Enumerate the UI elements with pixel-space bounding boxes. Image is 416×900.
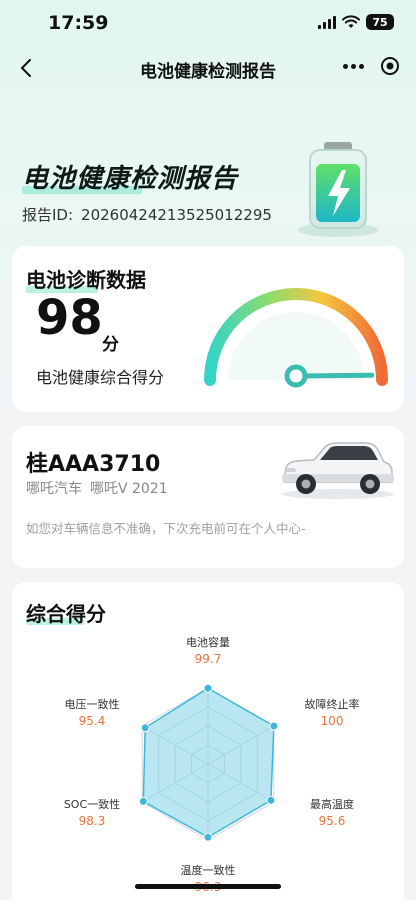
health-score: 98 xyxy=(36,290,103,346)
report-id-value: 20260424213525012295 xyxy=(81,206,272,224)
wifi-icon xyxy=(342,15,360,28)
radar-value-label: 100 xyxy=(321,714,344,728)
radar-axis-label: 电压一致性 xyxy=(65,697,120,711)
report-id-label: 报告ID: xyxy=(22,206,74,224)
radar-value-label: 95.4 xyxy=(79,714,106,728)
health-score-label: 电池健康综合得分 xyxy=(36,368,165,387)
vehicle-model: 哪吒汽车 哪吒V 2021 xyxy=(26,478,168,498)
status-bar: 17:59 75 xyxy=(0,0,416,44)
more-icon[interactable] xyxy=(343,63,364,69)
vehicle-brand: 哪吒汽车 xyxy=(26,481,82,497)
status-icons: 75 xyxy=(318,14,394,30)
vehicle-info-notice: 如您对车辆信息不准确，下次充电前可在个人中心- xyxy=(26,521,306,536)
report-id: 报告ID: 20260424213525012295 xyxy=(22,204,272,225)
radar-point xyxy=(138,796,148,806)
radar-series-area xyxy=(142,687,275,839)
car-image xyxy=(282,442,394,499)
nav-bar: 电池健康检测报告 xyxy=(0,46,416,90)
composite-score-card: 综合得分 电池容量99.7故障终止率100最高温度95.6温度一致性96.3SO… xyxy=(12,582,404,900)
health-score-unit: 分 xyxy=(102,335,119,355)
radar-point xyxy=(269,721,279,731)
radar-axis-label: 最高温度 xyxy=(310,797,354,811)
radar-chart: 电池容量99.7故障终止率100最高温度95.6温度一致性96.3SOC一致性9… xyxy=(64,635,360,894)
vehicle-card[interactable]: 桂AAA3710 哪吒汽车 哪吒V 2021 如您对车辆信息不准确，下次充电前可在… xyxy=(12,426,404,568)
cellular-signal-icon xyxy=(318,15,336,29)
radar-point xyxy=(266,795,276,805)
license-plate: 桂AAA3710 xyxy=(26,452,161,477)
home-indicator xyxy=(135,884,281,889)
battery-icon: 75 xyxy=(366,14,394,30)
close-target-icon[interactable] xyxy=(380,56,400,76)
gauge-hub xyxy=(284,364,308,388)
radar-point xyxy=(140,723,150,733)
status-time: 17:59 xyxy=(48,12,109,34)
hero-title: 电池健康检测报告 xyxy=(22,164,239,194)
capsule-menu xyxy=(343,56,400,76)
diagnosis-title: 电池诊断数据 xyxy=(26,268,146,292)
vehicle-model-name: 哪吒V 2021 xyxy=(90,481,168,497)
radar-value-label: 99.7 xyxy=(195,652,222,666)
radar-axis-label: 温度一致性 xyxy=(181,863,236,877)
health-gauge xyxy=(204,288,388,388)
radar-point xyxy=(203,832,213,842)
radar-point xyxy=(203,683,213,693)
diagnosis-card: 电池诊断数据 98 分 电池健康综合得分 xyxy=(12,246,404,412)
radar-value-label: 98.3 xyxy=(79,814,106,828)
radar-axis-label: SOC一致性 xyxy=(64,797,120,811)
radar-axis-label: 故障终止率 xyxy=(305,697,360,711)
battery-charging-icon xyxy=(298,142,378,237)
radar-value-label: 95.6 xyxy=(319,814,346,828)
radar-axis-label: 电池容量 xyxy=(186,635,230,649)
